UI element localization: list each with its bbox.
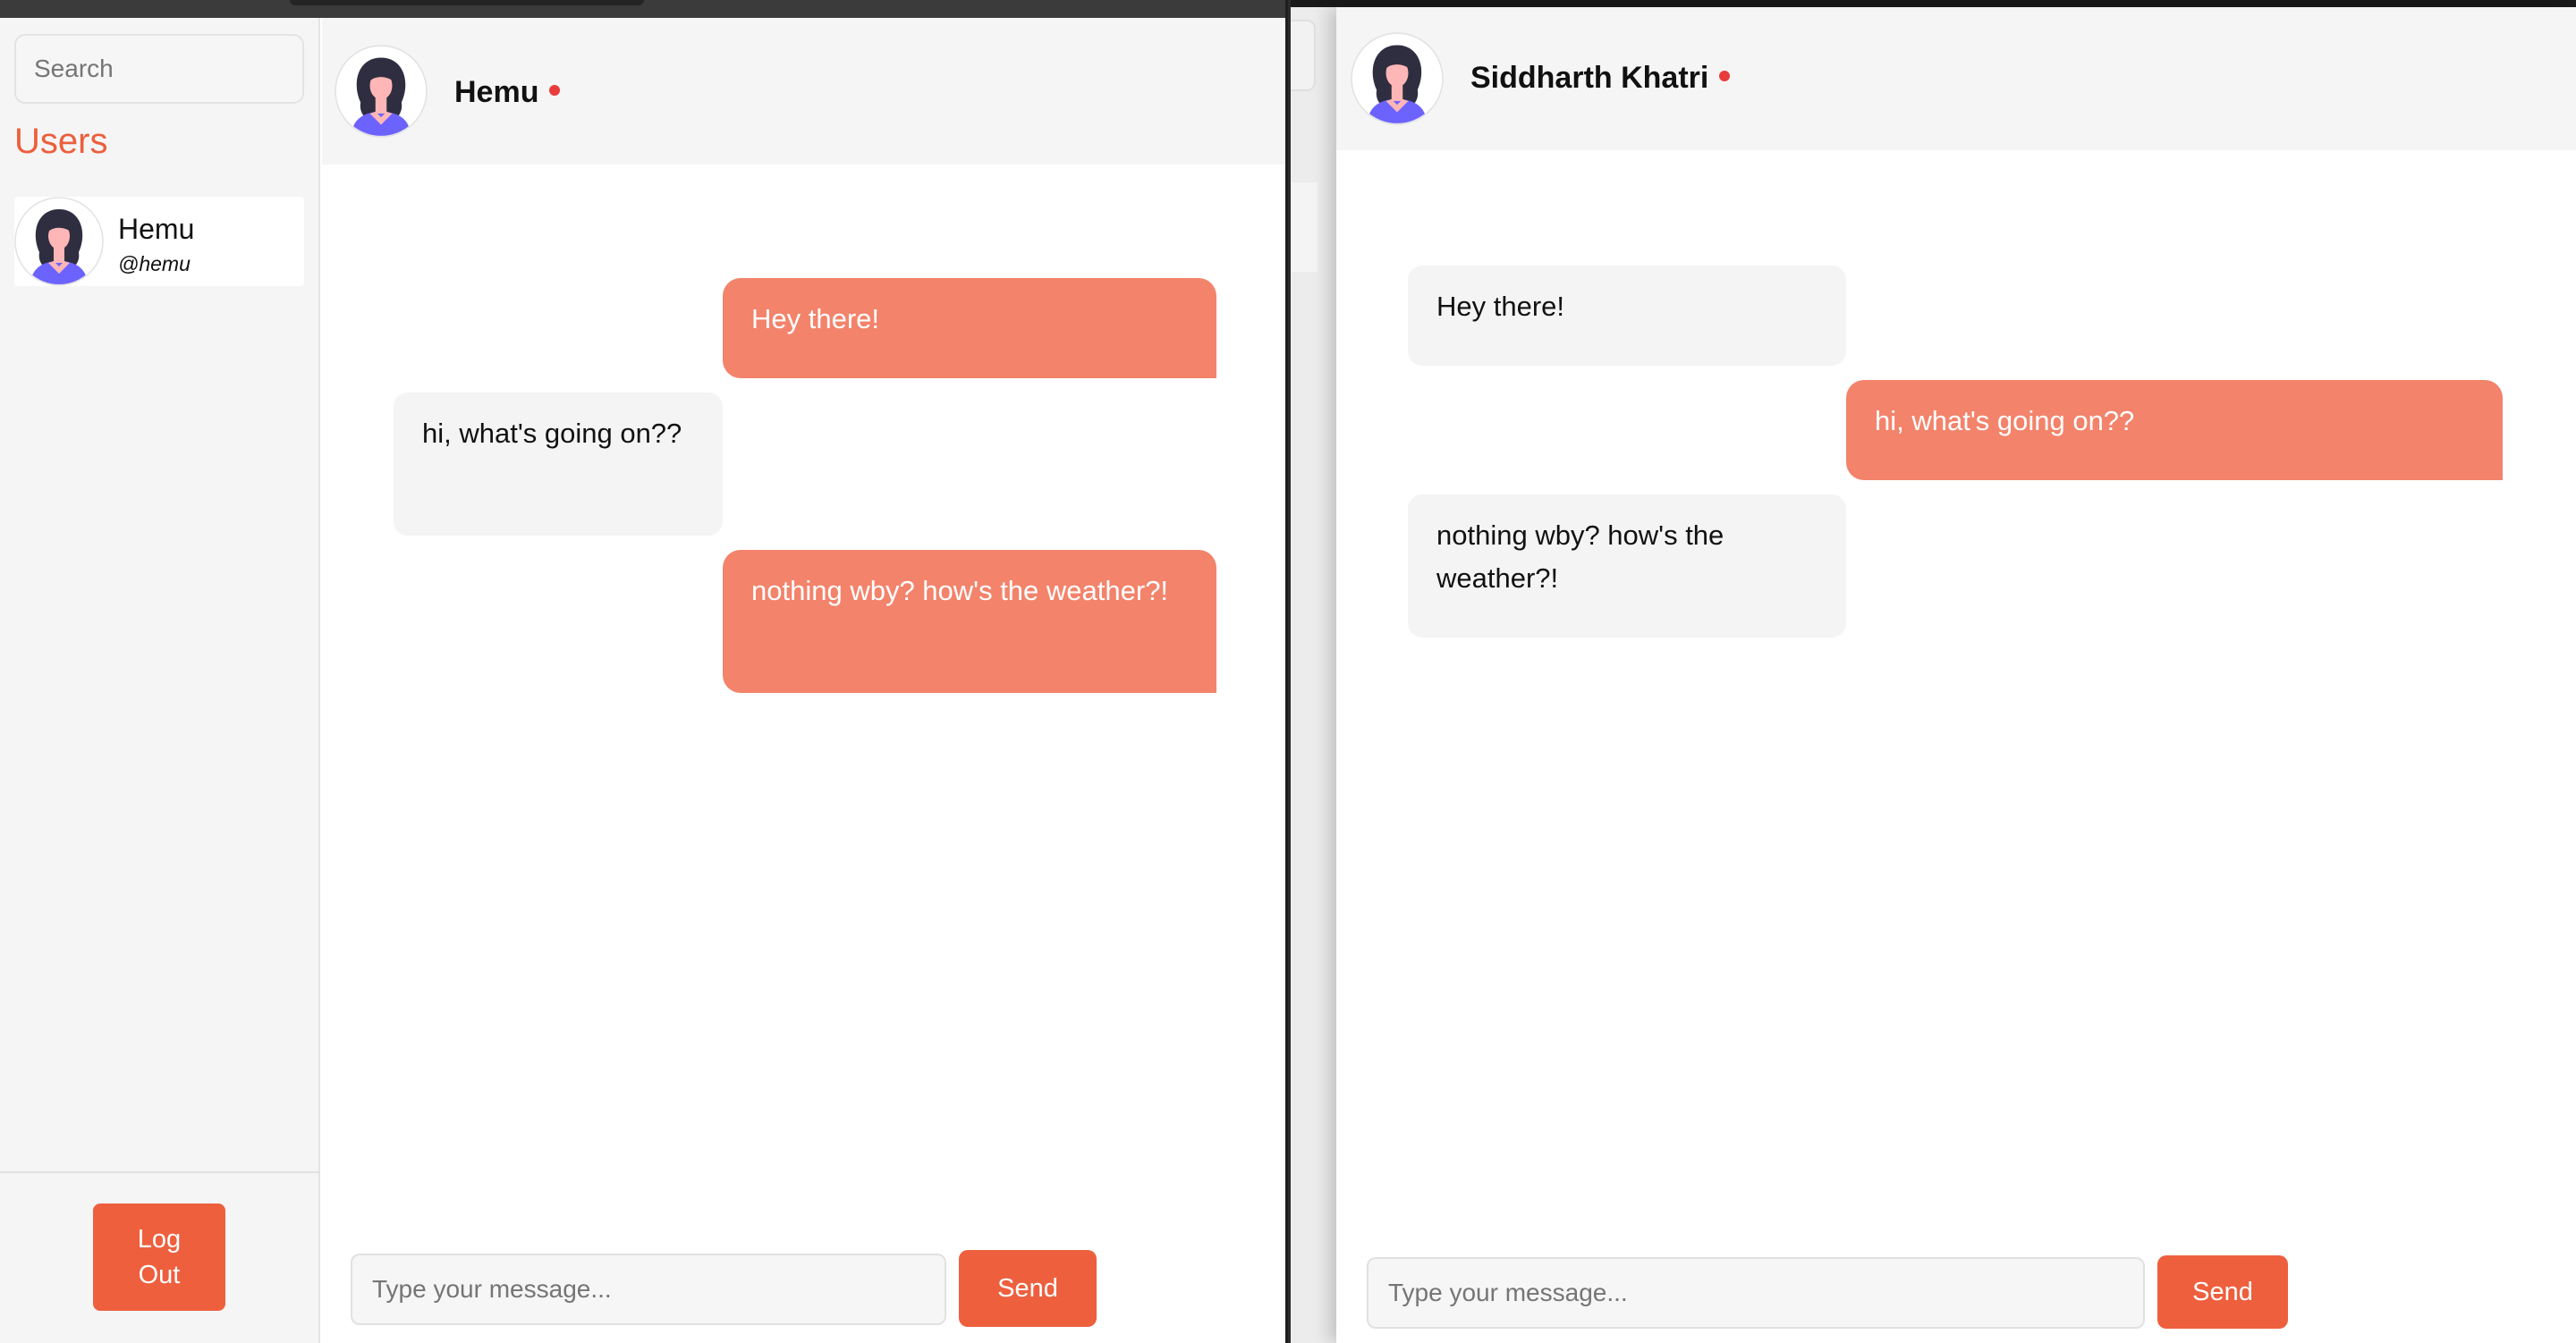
window-titlebar	[0, 0, 1285, 18]
message-input[interactable]	[1367, 1257, 2145, 1329]
contact-name-text: Hemu	[454, 75, 539, 109]
left-chat-window: Users Hemu @hemu	[0, 0, 1288, 1343]
message-bubble-outgoing: hi, what's going on??	[1846, 380, 2503, 480]
sidebar: Users Hemu @hemu	[0, 18, 320, 1343]
window-titlebar	[1291, 0, 2576, 7]
search-input[interactable]	[14, 34, 304, 104]
female-avatar-icon	[1351, 32, 1444, 125]
send-button[interactable]: Send	[2157, 1255, 2288, 1329]
online-status-dot	[549, 85, 561, 97]
background-window-edge	[1291, 20, 1316, 91]
contact-name-text: Siddharth Khatri	[1470, 61, 1709, 95]
female-avatar-icon	[14, 197, 104, 286]
female-avatar-icon	[335, 45, 428, 138]
online-status-dot	[1719, 71, 1731, 82]
user-name: Hemu	[118, 213, 195, 245]
message-bubble-outgoing: Hey there!	[723, 278, 1216, 378]
window-tab[interactable]	[290, 0, 644, 5]
chat-header: Siddharth Khatri	[1336, 7, 2576, 150]
sidebar-divider	[0, 1171, 320, 1173]
contact-name: Siddharth Khatri	[1470, 61, 1731, 96]
message-bubble-incoming: nothing wby? how's the weather?!	[1408, 494, 1846, 638]
user-handle: @hemu	[118, 252, 191, 275]
message-input[interactable]	[351, 1254, 946, 1325]
message-bubble-incoming: hi, what's going on??	[394, 393, 723, 536]
logout-button[interactable]: Log Out	[93, 1204, 225, 1311]
contact-name: Hemu	[454, 75, 561, 110]
message-bubble-incoming: Hey there!	[1408, 266, 1846, 366]
message-bubble-outgoing: nothing wby? how's the weather?!	[723, 550, 1216, 693]
right-chat-window: Siddharth Khatri Hey there! hi, what's g…	[1336, 7, 2576, 1343]
user-list-item-hemu[interactable]: Hemu @hemu	[14, 197, 304, 286]
send-button[interactable]: Send	[959, 1250, 1097, 1327]
chat-header: Hemu	[322, 18, 1285, 165]
users-heading: Users	[14, 122, 108, 161]
background-window-edge	[1291, 182, 1318, 272]
